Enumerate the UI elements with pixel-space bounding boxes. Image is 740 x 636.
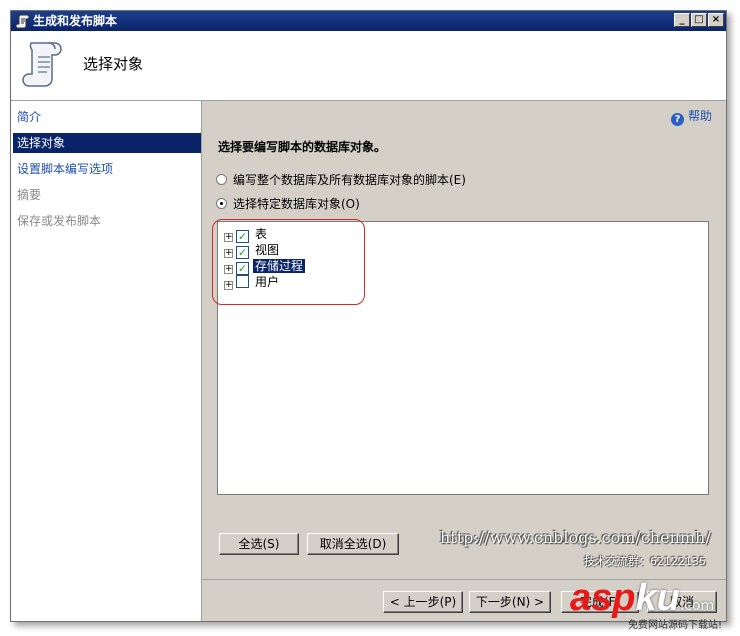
content-pane: ? 帮助 选择要编写脚本的数据库对象。 编写整个数据库及所有数据库对象的脚本(E)… [202,101,726,580]
page-title: 选择对象 [83,55,144,73]
next-button[interactable]: 下一步(N) > [469,591,551,613]
brand-asp: asp [570,577,636,619]
title-bar[interactable]: 生成和发布脚本 _ □ × [11,11,726,31]
nav-item-save-publish: 保存或发布脚本 [17,214,102,228]
help-label: 帮助 [687,109,712,123]
brand-ku: ku [635,577,680,619]
nav-item-scripting-options[interactable]: 设置脚本编写选项 [13,159,201,179]
prev-button[interactable]: < 上一步(P) [383,591,463,613]
maximize-button[interactable]: □ [691,13,707,27]
brand-tagline: 免费网站源码下载站! [628,620,723,631]
radio-all-label: 编写整个数据库及所有数据库对象的脚本(E) [233,173,466,187]
script-icon [15,14,30,29]
brand-tld: .com [679,598,715,614]
tree-item-stored-procedures[interactable]: + ✓ 存储过程 [224,258,306,275]
dialog-window: 生成和发布脚本 _ □ × 选择对象 简介 选择对象 设置脚本编写选项 摘要 保… [10,10,727,622]
expand-icon[interactable]: + [224,249,233,258]
watermark-qq: 技术交流群：62122135 [584,555,706,568]
close-button[interactable]: × [708,13,724,27]
tree-item-users[interactable]: + 用户 [224,274,281,290]
wizard-header: 选择对象 [11,31,726,101]
expand-icon[interactable]: + [224,233,233,242]
expand-icon[interactable]: + [224,281,233,290]
nav-item-select-objects[interactable]: 选择对象 [13,133,201,153]
minimize-button[interactable]: _ [674,13,690,27]
object-tree[interactable]: + ✓ 表 + ✓ 视图 + ✓ 存储过程 + 用户 [212,219,709,495]
select-all-button[interactable]: 全选(S) [219,533,299,555]
section-title: 选择要编写脚本的数据库对象。 [218,140,387,154]
window-title: 生成和发布脚本 [33,14,118,28]
nav-item-intro[interactable]: 简介 [13,107,201,127]
aspku-watermark: aspku.com 免费网站源码下载站! [570,577,730,631]
help-link[interactable]: ? 帮助 [670,108,712,126]
radio-script-all[interactable]: 编写整个数据库及所有数据库对象的脚本(E) [216,172,466,188]
help-icon: ? [670,113,684,126]
wizard-nav: 简介 选择对象 设置脚本编写选项 摘要 保存或发布脚本 [11,101,202,621]
expand-icon[interactable]: + [224,265,233,274]
tree-item-views[interactable]: + ✓ 视图 [224,242,281,259]
checkbox-users[interactable] [236,275,249,288]
tree-item-tables[interactable]: + ✓ 表 [224,226,269,243]
deselect-all-button[interactable]: 取消全选(D) [307,533,399,555]
radio-specific-label: 选择特定数据库对象(O) [233,197,360,211]
radio-all-button[interactable] [216,174,227,185]
watermark-url: http://www.cnblogs.com/chenmh/ [440,528,711,547]
radio-select-specific[interactable]: 选择特定数据库对象(O) [216,196,360,212]
script-scroll-icon [22,42,62,87]
radio-specific-button[interactable] [216,198,227,209]
nav-item-summary: 摘要 [17,188,42,202]
